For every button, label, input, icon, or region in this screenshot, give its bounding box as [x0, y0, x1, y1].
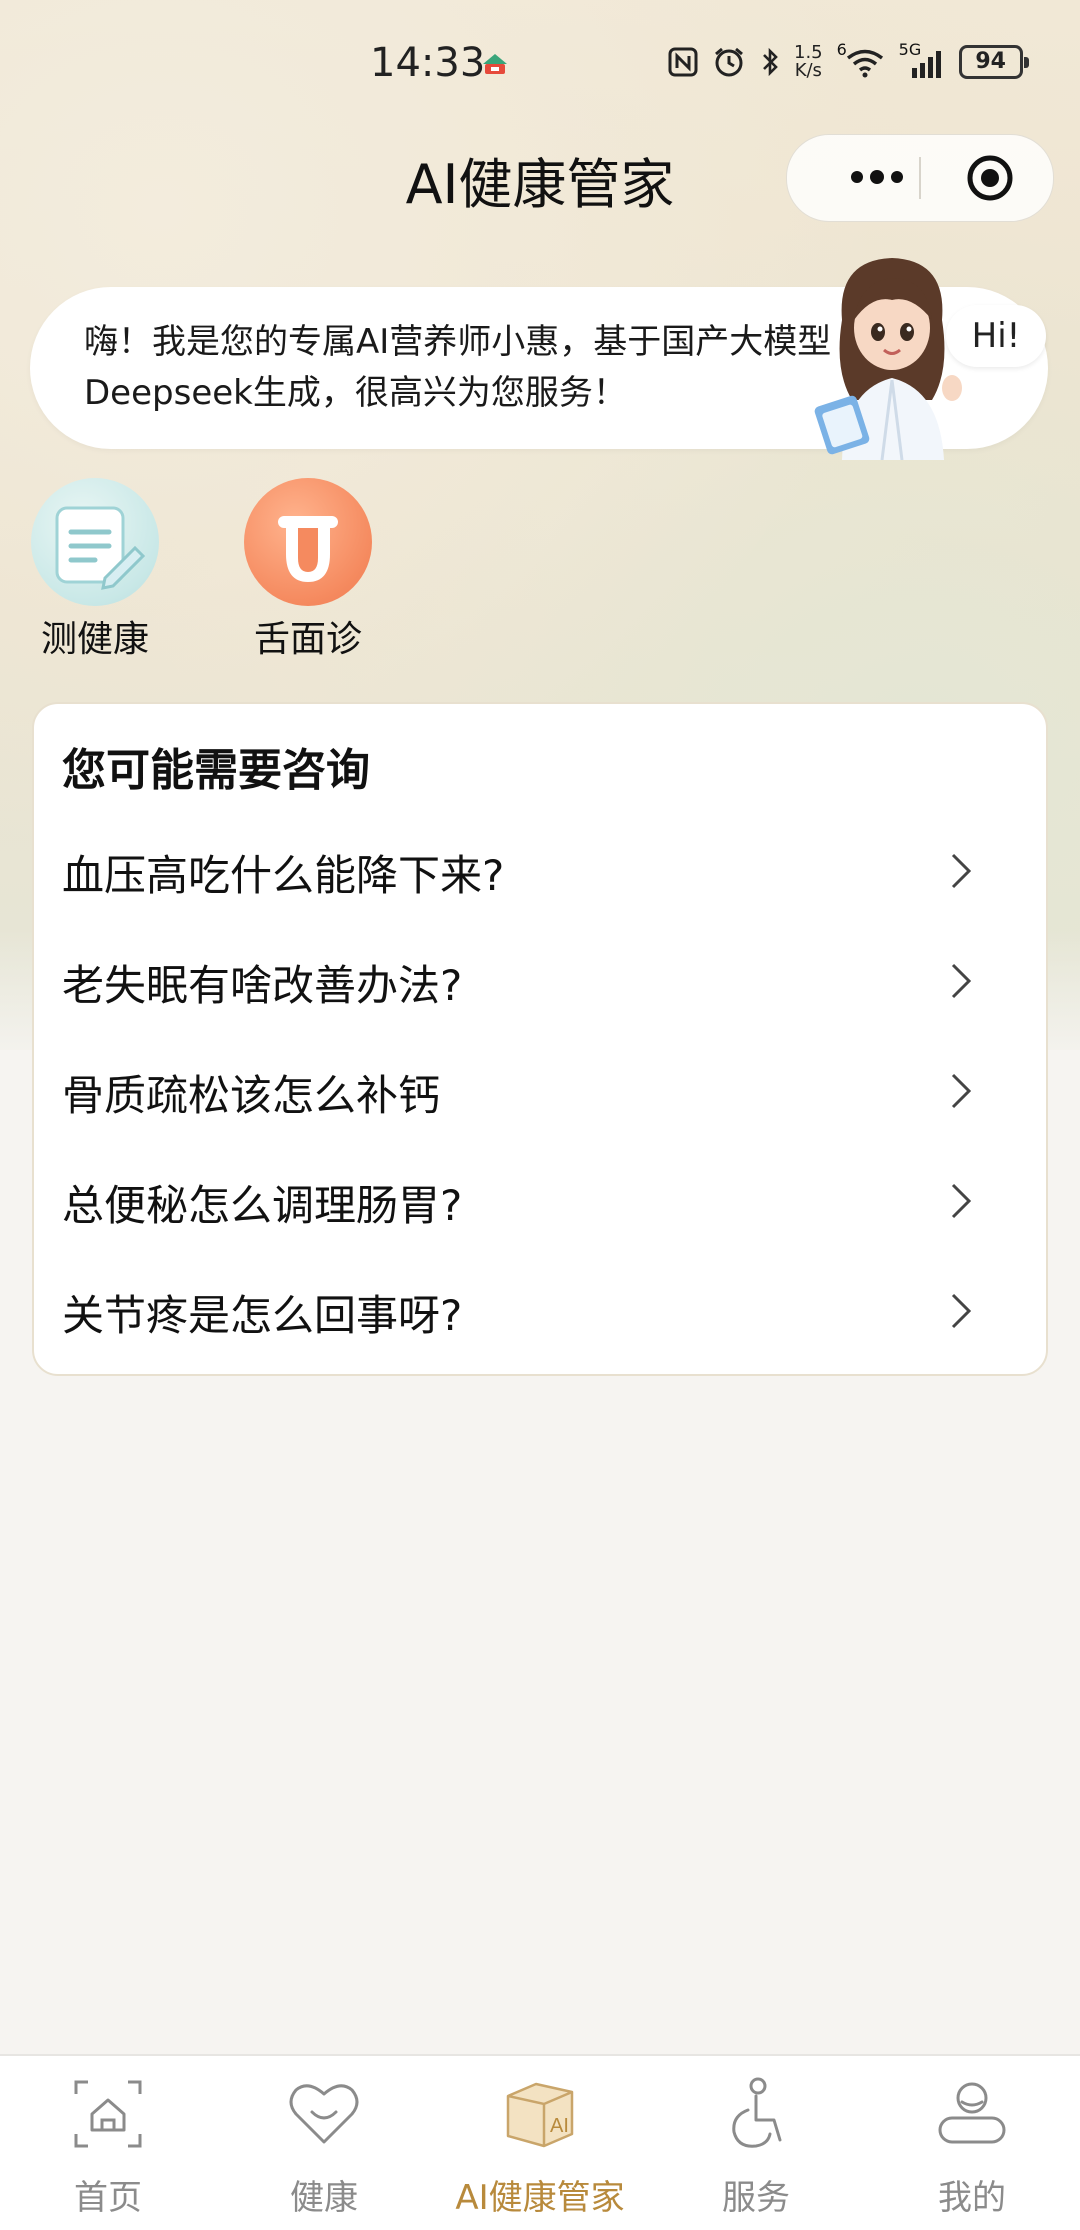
suggestion-row[interactable]: 血压高吃什么能降下来?: [34, 814, 1046, 924]
tab-health[interactable]: 健康: [224, 2074, 424, 2219]
suggestion-text: 骨质疏松该怎么补钙: [62, 1071, 441, 1120]
system-icons: 1.5 K/s 6 5G 94: [668, 40, 1029, 80]
alarm-icon: [715, 47, 743, 77]
chevron-right-icon: [951, 1293, 972, 1329]
suggestions-card: 您可能需要咨询 血压高吃什么能降下来? 老失眠有啥改善办法? 骨质疏松该怎么补钙…: [32, 702, 1048, 1376]
heart-icon: [289, 2084, 359, 2144]
bluetooth-icon: [763, 47, 778, 77]
status-bar: 14:33 1.5 K/s 6 5G 94: [0, 0, 1080, 120]
more-options-icon[interactable]: [827, 157, 927, 197]
suggestion-row[interactable]: 骨质疏松该怎么补钙: [34, 1034, 1046, 1144]
ai-box-icon: AI: [506, 2082, 574, 2148]
signal-bars-icon: [911, 51, 941, 78]
health-test-icon: [31, 478, 159, 606]
chevron-right-icon: [951, 1073, 972, 1109]
mini-program-capsule: [786, 134, 1054, 222]
tab-profile[interactable]: 我的: [872, 2074, 1072, 2219]
capsule-divider: [919, 157, 921, 199]
accessibility-icon: [732, 2077, 782, 2148]
status-time: 14:33: [370, 40, 486, 86]
nfc-icon: [668, 47, 698, 77]
tab-label: 首页: [74, 2178, 142, 2218]
hi-bubble: Hi!: [946, 305, 1046, 367]
net-speed-unit: K/s: [794, 60, 822, 81]
chevron-right-icon: [951, 1183, 972, 1219]
app-notification-icon: [483, 54, 507, 74]
tool-tongue-diagnosis[interactable]: 舌面诊: [243, 478, 373, 662]
suggestion-text: 关节疼是怎么回事呀?: [62, 1291, 463, 1340]
net-speed: 1.5 K/s: [794, 44, 823, 80]
greeting-text: 嗨！我是您的专属AI营养师小惠，基于国产大模型Deepseek生成，很高兴为您服…: [84, 322, 832, 413]
tab-label: AI健康管家: [455, 2178, 625, 2218]
nutritionist-avatar: [814, 258, 962, 460]
tool-label: 舌面诊: [253, 619, 362, 660]
tongue-diagnosis-icon: [244, 478, 372, 606]
tab-label: 健康: [290, 2178, 358, 2218]
suggestion-text: 总便秘怎么调理肠胃?: [62, 1181, 463, 1230]
suggestion-row[interactable]: 老失眠有啥改善办法?: [34, 924, 1046, 1034]
tab-label: 我的: [938, 2178, 1006, 2218]
svg-text:AI: AI: [550, 2115, 569, 2137]
suggestion-text: 血压高吃什么能降下来?: [62, 851, 505, 900]
bottom-tab-bar: 首页 健康 AI AI健康管家 服务 我的: [0, 2054, 1080, 2230]
profile-icon: [938, 2082, 1006, 2144]
wifi-icon: [846, 49, 883, 78]
battery-indicator: 94: [958, 45, 1029, 79]
chevron-right-icon: [951, 853, 972, 889]
tool-label: 测健康: [40, 619, 149, 660]
chevron-right-icon: [951, 963, 972, 999]
tool-health-test[interactable]: 测健康: [30, 478, 160, 662]
tab-label: 服务: [722, 2178, 790, 2218]
close-target-icon[interactable]: [965, 153, 1015, 203]
suggestion-text: 老失眠有啥改善办法?: [62, 961, 463, 1010]
suggestion-row[interactable]: 关节疼是怎么回事呀?: [34, 1254, 1046, 1364]
wifi-indicator: 6: [837, 40, 885, 78]
tab-service[interactable]: 服务: [656, 2074, 856, 2219]
tab-home[interactable]: 首页: [8, 2074, 208, 2219]
cell-signal: 5G: [899, 40, 945, 78]
home-icon: [74, 2080, 142, 2148]
card-title: 您可能需要咨询: [62, 745, 370, 796]
suggestion-row[interactable]: 总便秘怎么调理肠胃?: [34, 1144, 1046, 1254]
tab-ai-health-manager[interactable]: AI AI健康管家: [440, 2074, 640, 2219]
